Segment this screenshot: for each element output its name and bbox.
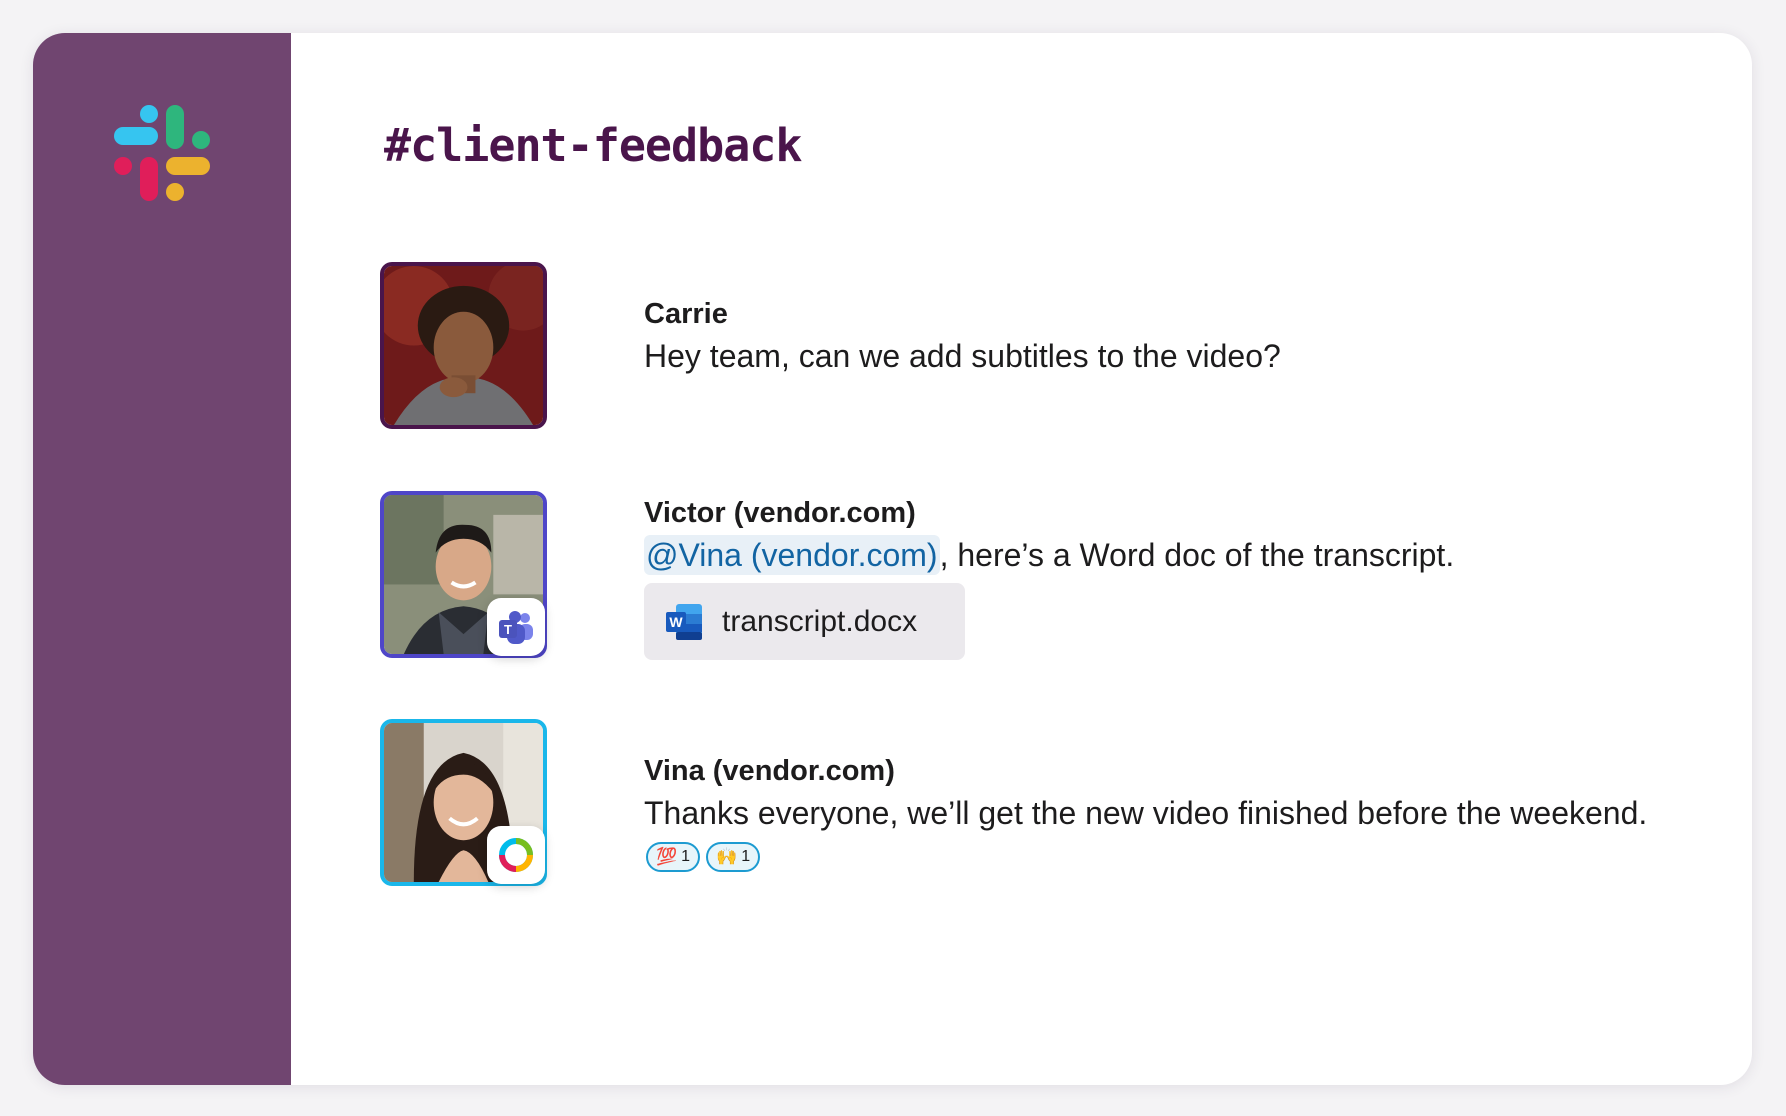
channel-title[interactable]: #client-feedback <box>384 119 802 172</box>
slack-card: #client-feedback Carrie Hey team, can we… <box>33 33 1752 1085</box>
avatar-carrie[interactable] <box>380 262 547 429</box>
message-author[interactable]: Victor (vendor.com) <box>644 497 916 530</box>
svg-text:T: T <box>504 622 512 637</box>
word-icon: W <box>666 603 702 640</box>
message-text: Hey team, can we add subtitles to the vi… <box>644 338 1281 374</box>
channel-view: #client-feedback Carrie Hey team, can we… <box>291 33 1752 1085</box>
svg-text:W: W <box>669 614 683 630</box>
message-author[interactable]: Vina (vendor.com) <box>644 755 895 788</box>
file-name: transcript.docx <box>722 604 918 638</box>
teams-icon: T <box>487 598 545 656</box>
message-text: @Vina (vendor.com), here’s a Word doc of… <box>644 535 1455 575</box>
reaction-count: 1 <box>681 848 691 865</box>
webex-icon <box>487 826 545 884</box>
file-attachment[interactable]: W transcript.docx <box>644 583 965 660</box>
message-author[interactable]: Carrie <box>644 298 728 331</box>
reactions-bar: 💯 1 🙌 1 <box>646 842 761 872</box>
hundred-points-icon: 💯 <box>656 847 678 866</box>
slack-logo-icon <box>114 105 210 201</box>
reaction-100[interactable]: 💯 1 <box>646 842 701 872</box>
message-body: , here’s a Word doc of the transcript. <box>939 537 1455 573</box>
message-text: Thanks everyone, we’ll get the new video… <box>644 795 1648 831</box>
avatar-carrie-photo <box>384 266 543 425</box>
reaction-raised-hands[interactable]: 🙌 1 <box>706 842 761 872</box>
user-mention[interactable]: @Vina (vendor.com) <box>644 535 940 575</box>
reaction-count: 1 <box>741 848 751 865</box>
raised-hands-icon: 🙌 <box>716 847 738 866</box>
sidebar <box>33 33 291 1085</box>
